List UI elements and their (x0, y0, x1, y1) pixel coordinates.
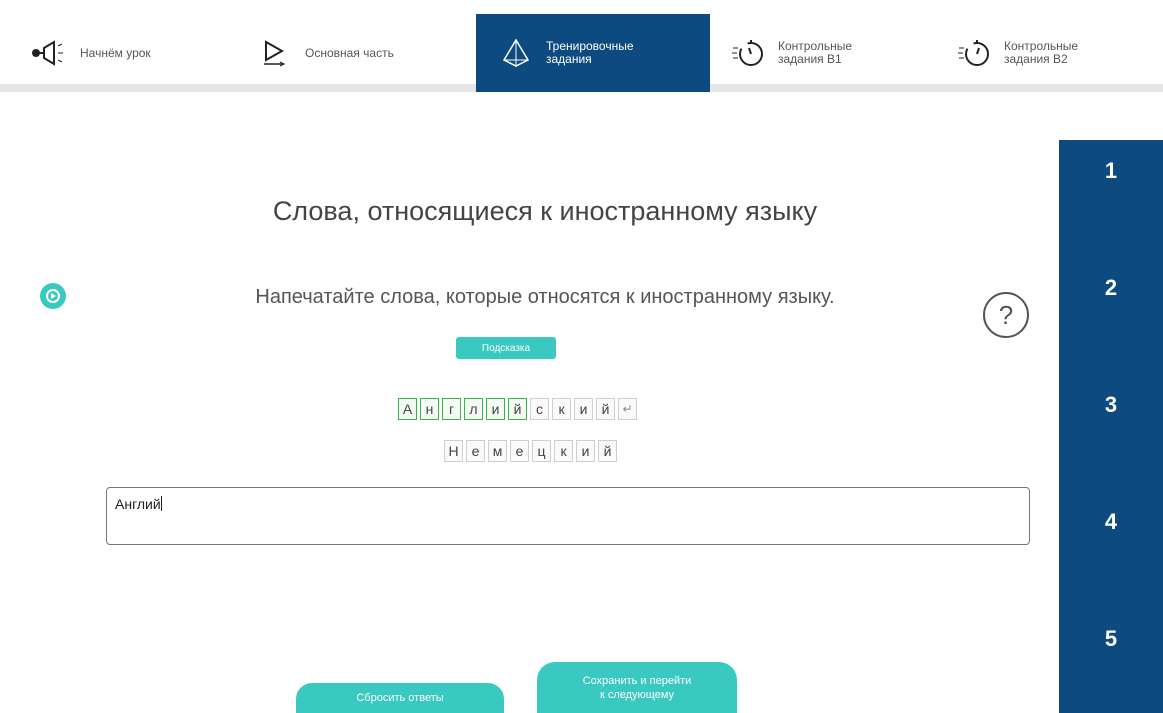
letter-row-1: Ан г л и й с к и й ↵ (398, 398, 637, 420)
task-number-1[interactable]: 1 (1059, 158, 1163, 184)
task-number-sidebar: 1 2 3 4 5 (1059, 140, 1163, 713)
page-title: Слова, относящиеся к иностранному языку (272, 196, 818, 226)
stopwatch-icon (954, 33, 994, 73)
reset-answers-button[interactable]: Сбросить ответы (296, 683, 504, 713)
nav-label: Контрольные задания В1 (778, 39, 853, 66)
question-icon: ? (998, 299, 1014, 330)
nav-item-start-lesson[interactable]: Начнём урок (30, 14, 230, 92)
letter-tile[interactable]: й (508, 398, 527, 420)
nav-item-training-tasks[interactable]: Тренировочные задания (476, 14, 710, 92)
prism-icon (496, 33, 536, 73)
letter-tile[interactable]: м (488, 440, 507, 462)
nav-item-main-part[interactable]: Основная часть (255, 14, 465, 92)
text-caret (160, 496, 162, 511)
letter-tile[interactable]: Н (444, 440, 463, 462)
letter-tile[interactable]: й (596, 398, 615, 420)
letter-tile[interactable]: е (510, 440, 529, 462)
help-button[interactable]: ? (983, 292, 1029, 338)
letter-tile[interactable]: с (530, 398, 549, 420)
nav-label: Тренировочные задания (546, 39, 634, 66)
play-icon (46, 289, 60, 303)
megaphone-icon (30, 33, 70, 73)
play-icon (255, 33, 295, 73)
letter-tile[interactable]: л (464, 398, 483, 420)
task-number-2[interactable]: 2 (1059, 275, 1163, 301)
nav-label: Начнём урок (80, 45, 151, 60)
letter-tile[interactable]: и (576, 440, 595, 462)
letter-row-2: Немецкий (444, 440, 617, 462)
top-navigation: Начнём урок Основная часть Тренировочные… (0, 0, 1163, 92)
audio-play-button[interactable] (40, 283, 66, 309)
letter-tile[interactable]: и (574, 398, 593, 420)
letter-tile[interactable]: к (552, 398, 571, 420)
task-instruction: Напечатайте слова, которые относятся к и… (255, 286, 835, 308)
nav-item-control-b2[interactable]: Контрольные задания В2 (954, 14, 1154, 92)
task-number-3[interactable]: 3 (1059, 392, 1163, 418)
nav-label: Основная часть (305, 45, 394, 60)
task-number-4[interactable]: 4 (1059, 509, 1163, 535)
task-number-5[interactable]: 5 (1059, 626, 1163, 652)
nav-label: Контрольные задания В2 (1004, 39, 1079, 66)
letter-tile[interactable]: к (554, 440, 573, 462)
answer-input-value: Англий (115, 496, 161, 512)
save-and-next-button[interactable]: Сохранить и перейти к следующему (537, 662, 737, 713)
letter-tile[interactable]: А (398, 398, 417, 420)
stopwatch-icon (728, 33, 768, 73)
hint-button[interactable]: Подсказка (456, 337, 556, 359)
answer-input[interactable]: Англий (106, 487, 1030, 545)
letter-tile[interactable]: й (598, 440, 617, 462)
letter-tile[interactable]: г (442, 398, 461, 420)
letter-tile[interactable]: ц (532, 440, 551, 462)
nav-item-control-b1[interactable]: Контрольные задания В1 (728, 14, 928, 92)
letter-tile[interactable]: и (486, 398, 505, 420)
letter-tile[interactable]: е (466, 440, 485, 462)
enter-key-tile[interactable]: ↵ (618, 398, 637, 420)
letter-tile[interactable]: н (420, 398, 439, 420)
